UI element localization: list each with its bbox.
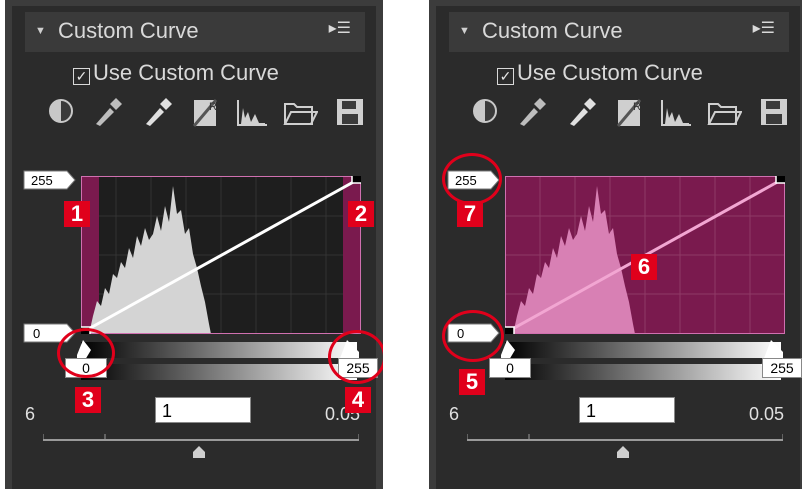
- collapse-triangle-icon[interactable]: ▼: [35, 25, 46, 37]
- checkbox-checked-icon[interactable]: ✓: [497, 68, 514, 85]
- curve-point-low[interactable]: [505, 326, 515, 334]
- highlight-circle-input-low: [57, 328, 115, 378]
- curve-toolbar: R: [471, 96, 791, 132]
- highlight-circle-output-low: [442, 310, 504, 362]
- highlight-circle-input-high: [328, 330, 383, 384]
- contrast-icon[interactable]: [47, 96, 75, 126]
- save-icon[interactable]: [759, 96, 789, 128]
- panel-menu-icon[interactable]: ▸☰: [329, 18, 351, 38]
- panel-title: Custom Curve: [482, 18, 623, 43]
- marker-5: 5: [459, 369, 485, 395]
- marker-1: 1: [64, 201, 90, 227]
- open-folder-icon[interactable]: [282, 96, 318, 128]
- gamma-input[interactable]: 1: [579, 397, 675, 423]
- highlight-circle-output-high: [442, 153, 502, 205]
- save-icon[interactable]: [335, 96, 365, 128]
- eyedropper-white-icon[interactable]: [142, 96, 172, 128]
- eyedropper-black-icon[interactable]: [516, 96, 546, 128]
- eyedropper-white-icon[interactable]: [566, 96, 596, 128]
- gamma-input[interactable]: 1: [155, 397, 251, 423]
- highlight-area-right: [343, 176, 361, 334]
- histogram-icon[interactable]: [235, 96, 269, 128]
- histogram-icon[interactable]: [659, 96, 693, 128]
- marker-2: 2: [348, 201, 374, 227]
- output-high-tag[interactable]: 255: [23, 170, 77, 190]
- panel-title: Custom Curve: [58, 18, 199, 43]
- panel-header[interactable]: ▼ Custom Curve ▸☰: [25, 12, 365, 52]
- use-custom-curve-checkbox[interactable]: ✓ Use Custom Curve: [497, 60, 703, 86]
- curve-toolbar: R: [47, 96, 367, 132]
- range-max-label: 0.05: [749, 404, 785, 424]
- reset-channel-icon[interactable]: R: [192, 96, 222, 128]
- svg-text:R: R: [209, 101, 217, 113]
- panel-menu-icon[interactable]: ▸☰: [753, 18, 775, 38]
- curve-graph[interactable]: [81, 176, 361, 334]
- contrast-icon[interactable]: [471, 96, 499, 126]
- checkbox-checked-icon[interactable]: ✓: [73, 68, 90, 85]
- input-low-value[interactable]: 0: [489, 358, 531, 378]
- marker-3: 3: [75, 387, 101, 413]
- slider-thumb[interactable]: [193, 446, 205, 458]
- custom-curve-panel-right: ▼ Custom Curve ▸☰ ✓ Use Custom Curve R 25…: [429, 0, 802, 489]
- svg-text:R: R: [633, 101, 641, 113]
- gamma-slider[interactable]: [467, 430, 783, 460]
- output-high-value: 255: [31, 173, 53, 188]
- marker-6: 6: [631, 254, 657, 280]
- eyedropper-black-icon[interactable]: [92, 96, 122, 128]
- range-min-label: 6: [449, 404, 460, 424]
- custom-curve-panel-left: ▼ Custom Curve ▸☰ ✓ Use Custom Curve R 25…: [5, 0, 383, 489]
- checkbox-label: Use Custom Curve: [517, 60, 703, 85]
- output-low-value: 0: [33, 326, 40, 341]
- input-gradient-bars: [501, 340, 783, 380]
- curve-point-high[interactable]: [775, 176, 785, 184]
- gamma-slider[interactable]: [43, 430, 359, 460]
- marker-4: 4: [345, 387, 371, 413]
- input-high-value[interactable]: 255: [762, 358, 802, 378]
- checkbox-label: Use Custom Curve: [93, 60, 279, 85]
- range-min-label: 6: [25, 404, 36, 424]
- reset-channel-icon[interactable]: R: [616, 96, 646, 128]
- panel-header[interactable]: ▼ Custom Curve ▸☰: [449, 12, 789, 52]
- collapse-triangle-icon[interactable]: ▼: [459, 25, 470, 37]
- curve-point-high[interactable]: [351, 176, 361, 184]
- slider-thumb[interactable]: [617, 446, 629, 458]
- use-custom-curve-checkbox[interactable]: ✓ Use Custom Curve: [73, 60, 279, 86]
- open-folder-icon[interactable]: [706, 96, 742, 128]
